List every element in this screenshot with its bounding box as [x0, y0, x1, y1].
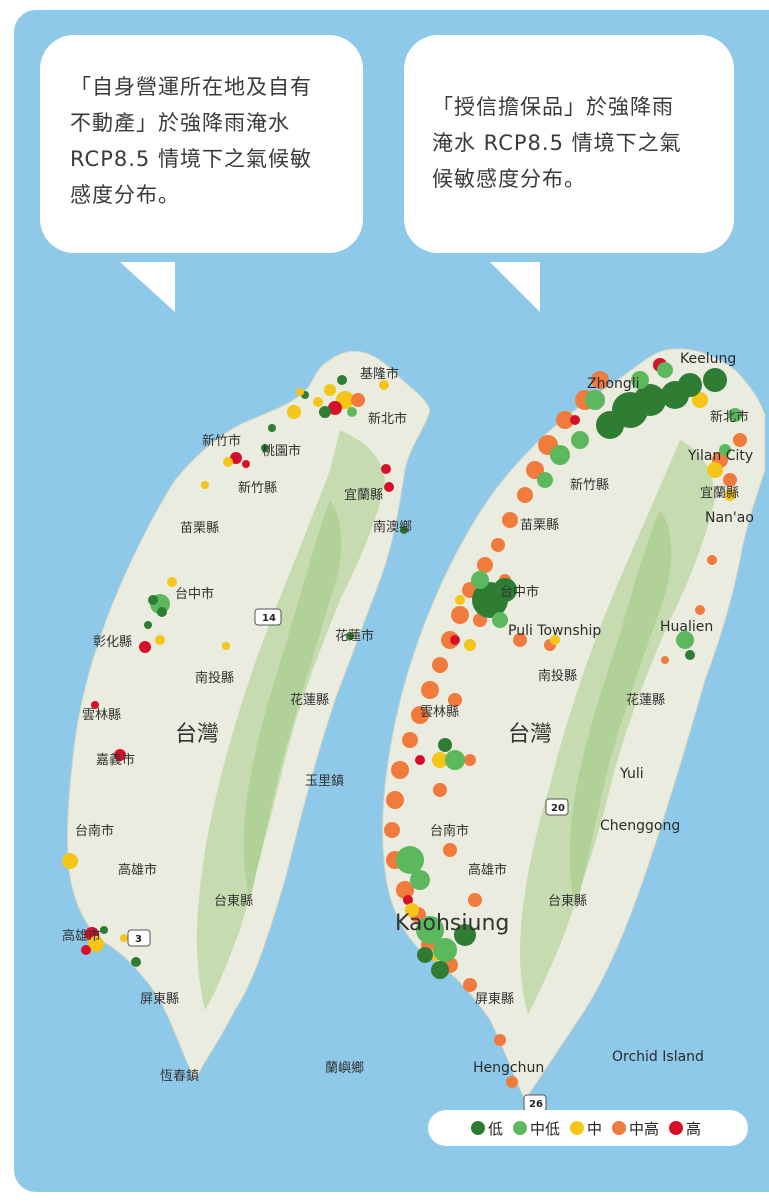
- label-nantou-right: 南投縣: [538, 668, 577, 684]
- label-taiwan-right: 台灣: [508, 722, 552, 747]
- label-hualien-city: 花蓮市: [335, 628, 374, 644]
- bubble-left: 「自身營運所在地及自有 不動產」於強降雨淹水 RCP8.5 情境下之氣候敏 感度…: [40, 35, 363, 253]
- label-miaoli-right: 苗栗縣: [520, 518, 559, 533]
- label-keelung: 基隆市: [360, 366, 399, 382]
- label-pingtung: 屏東縣: [140, 991, 179, 1007]
- label-lanyu: 蘭嶼鄉: [325, 1060, 364, 1076]
- label-yilan-county-right: 宜蘭縣: [700, 485, 739, 501]
- bubble-left-text: 「自身營運所在地及自有 不動產」於強降雨淹水 RCP8.5 情境下之氣候敏 感度…: [70, 75, 312, 207]
- label-yilan-city: Yilan City: [687, 448, 753, 464]
- legend-item-mid-high: 中高: [612, 1118, 659, 1139]
- legend-label-mid-high: 中高: [629, 1119, 660, 1138]
- label-yunlin: 雲林縣: [82, 708, 121, 723]
- label-kaohsiung-en: Kaohsiung: [395, 911, 509, 936]
- label-new-taipei-right: 新北市: [710, 409, 749, 425]
- legend-label-mid: 中: [586, 1119, 602, 1138]
- legend-label-low: 低: [487, 1119, 503, 1138]
- label-taichung-right: 台中市: [500, 584, 539, 600]
- label-orchid-island: Orchid Island: [612, 1049, 704, 1065]
- label-hengchun-en: Hengchun: [473, 1060, 544, 1076]
- label-pingtung-right: 屏東縣: [475, 991, 514, 1007]
- label-nantou: 南投縣: [195, 670, 234, 686]
- legend: 低 中低 中 中高 高: [428, 1110, 748, 1146]
- label-yunlin-right: 雲林縣: [420, 705, 459, 720]
- label-taichung: 台中市: [175, 586, 214, 602]
- road-shield-3-label: 3: [135, 934, 142, 945]
- label-new-taipei: 新北市: [368, 411, 407, 427]
- label-hualien-en: Hualien: [660, 619, 713, 635]
- legend-item-mid: 中: [569, 1118, 602, 1139]
- label-changhua: 彰化縣: [93, 634, 132, 650]
- legend-swatch-mid-low: [512, 1121, 527, 1135]
- bubble-right-text: 「授信擔保品」於強降雨 淹水 RCP8.5 情境下之氣 候敏感度分布。: [432, 95, 682, 191]
- label-tainan-right: 台南市: [430, 823, 469, 839]
- label-hsinchu-city: 新竹市: [202, 433, 241, 449]
- bubble-right: 「授信擔保品」於強降雨 淹水 RCP8.5 情境下之氣 候敏感度分布。: [404, 35, 734, 253]
- label-chenggong: Chenggong: [600, 818, 680, 834]
- label-yuli: 玉里鎮: [305, 773, 344, 789]
- label-hsinchu-right: 新竹縣: [570, 477, 609, 493]
- label-taoyuan: 桃園市: [262, 443, 301, 459]
- label-hualien-county: 花蓮縣: [290, 692, 329, 708]
- label-keelung-en: Keelung: [680, 351, 736, 367]
- label-kaohsiung-city: 高雄市: [62, 928, 101, 944]
- legend-swatch-low: [470, 1121, 485, 1135]
- legend-item-low: 低: [470, 1118, 503, 1139]
- label-taiwan: 台灣: [175, 722, 219, 747]
- label-puli: Puli Township: [508, 623, 601, 639]
- bubble-right-tail: [490, 262, 540, 312]
- label-yilan: 宜蘭縣: [344, 487, 383, 503]
- road-shield-20-label: 20: [551, 803, 565, 814]
- label-kaohsiung-city-right: 高雄市: [468, 862, 507, 878]
- legend-swatch-mid-high: [612, 1121, 626, 1135]
- label-taitung-right: 台東縣: [548, 893, 587, 909]
- label-chiayi: 嘉義市: [96, 752, 135, 768]
- legend-swatch-mid: [569, 1121, 584, 1135]
- label-kaohsiung: 高雄市: [118, 862, 157, 878]
- label-tainan: 台南市: [75, 823, 114, 839]
- legend-label-high: 高: [686, 1119, 702, 1138]
- label-zhongli: Zhongli: [587, 376, 640, 392]
- right-map: Keelung Zhongli 新北市 Yilan City 宜蘭縣 Nan'a…: [382, 348, 766, 1112]
- label-nanao: 南澳鄉: [373, 519, 412, 535]
- label-hengchun: 恆春鎮: [160, 1068, 199, 1084]
- legend-item-mid-low: 中低: [512, 1118, 560, 1139]
- legend-label-mid-low: 中低: [529, 1119, 560, 1138]
- label-hualien-county-right: 花蓮縣: [626, 692, 665, 708]
- label-hsinchu-county: 新竹縣: [238, 480, 277, 496]
- label-miaoli: 苗栗縣: [180, 521, 219, 536]
- road-shield-26-label: 26: [529, 1099, 543, 1110]
- label-nanao-en: Nan'ao: [705, 510, 754, 526]
- road-shield-14-label: 14: [262, 613, 276, 624]
- legend-item-high: 高: [669, 1118, 701, 1139]
- label-taitung: 台東縣: [214, 893, 253, 909]
- left-map: 基隆市 新北市 桃園市 新竹市 新竹縣 宜蘭縣 南澳鄉 苗栗縣 台中市 彰化縣 …: [62, 350, 431, 1084]
- label-yuli-en: Yuli: [619, 766, 644, 782]
- legend-swatch-high: [669, 1121, 684, 1135]
- bubble-left-tail: [120, 262, 175, 312]
